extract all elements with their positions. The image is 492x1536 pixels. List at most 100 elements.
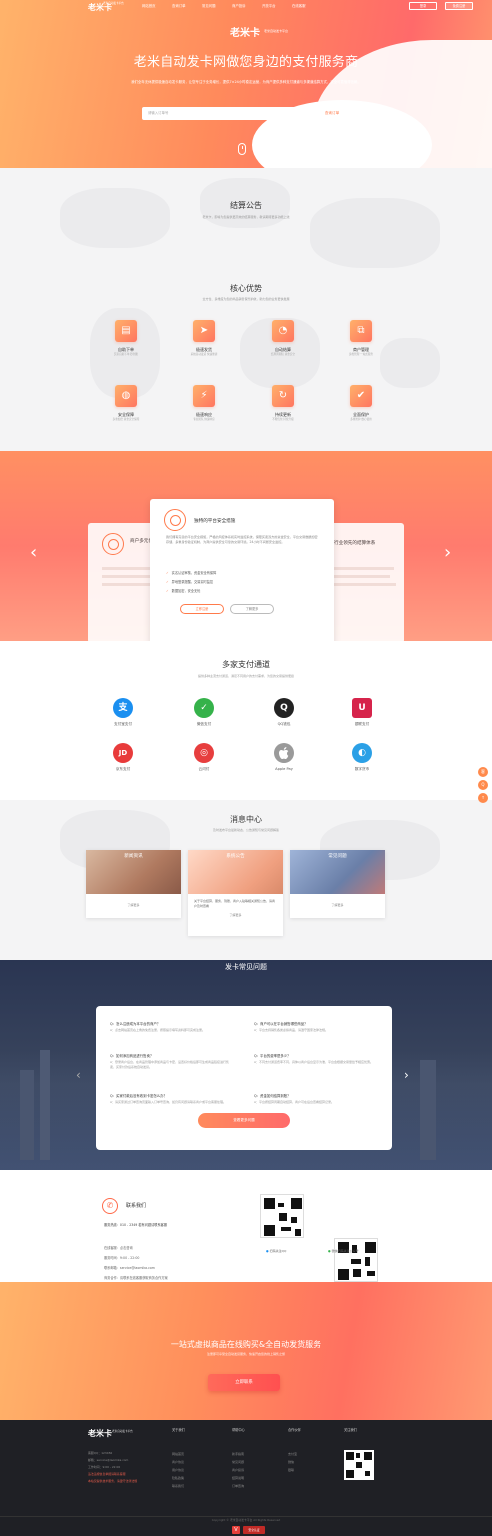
footer-link[interactable]: 商户协议 — [172, 1458, 185, 1466]
footer-column-title: 关注我们 — [344, 1428, 357, 1432]
footer-link[interactable]: 商户投诉 — [232, 1466, 245, 1474]
news-more-link[interactable]: 了解更多 — [188, 913, 283, 918]
payment-label: 云闪付 — [198, 767, 210, 771]
contact-line: 联系邮箱：service@laomika.com — [104, 1266, 155, 1270]
payment-qq: Q QQ钱包 — [252, 698, 316, 727]
advantage-desc: 多重加密 资金安全保障 — [112, 418, 140, 422]
news-more-link[interactable]: 了解更多 — [86, 903, 181, 908]
news-card-title: 常见问题 — [328, 854, 347, 859]
payment-label: 微信支付 — [196, 722, 212, 726]
chevron-left-icon[interactable]: ‹ — [76, 1068, 81, 1084]
wechat-qr-code — [334, 1238, 378, 1282]
order-search-input[interactable]: 请输入订单号 — [142, 107, 312, 120]
check-icon: ✓ — [166, 580, 169, 584]
faq-title: 发卡常见问题 — [225, 963, 267, 971]
contact-line: 在线客服：点击咨询 — [104, 1246, 133, 1250]
payment-applepay: Apple Pay — [252, 743, 316, 772]
news-card[interactable]: 系统公告 关于平台结算、服务、到账、商户入驻等相关通知公告，请商户及时查看 了解… — [188, 850, 283, 936]
footer-link[interactable]: 新手指南 — [232, 1450, 245, 1458]
footer-link[interactable]: 支付宝 — [288, 1450, 301, 1458]
footer-link[interactable]: 隐私政策 — [172, 1474, 185, 1482]
faq-card: Q：怎么注册成为本平台的商户？ A：点击网站首页右上角的免费注册，按照提示填写资料… — [96, 1006, 392, 1150]
nav-item-order-query[interactable]: 查询订单 — [172, 4, 186, 8]
qr-label: ● 微信扫码关注公众号 — [328, 1249, 359, 1253]
faq-item[interactable]: Q：资金如何结算到账？ A：平台按结算周期自动结算，商户可在后台查看结算记录。 — [254, 1094, 378, 1105]
jd-icon: JD — [113, 743, 133, 763]
cta-title: 一站式虚拟商品在线购买&全自动发货服务 — [170, 1340, 322, 1349]
footer-qr-code — [344, 1450, 374, 1480]
payment-cloudpay: ◎ 云闪付 — [172, 743, 236, 772]
qq-icon: Q — [274, 698, 294, 718]
scroll-mouse-icon[interactable] — [238, 143, 246, 155]
faq-item[interactable]: Q：商户可以在平台销售哪些商品？ A：平台支持销售各类虚拟商品，请遵守国家法律法规… — [254, 1022, 378, 1033]
qq-icon: ● — [266, 1249, 269, 1253]
footer-link[interactable]: 网站首页 — [172, 1450, 185, 1458]
nav-item-support[interactable]: 在线客服 — [292, 4, 306, 8]
faq-item[interactable]: Q：平台的费率是多少？ A：不同支付通道费率不同，具体以商户后台显示为准，平台会根… — [254, 1054, 378, 1065]
check-item: ✓ 异地登录提醒，交易实时监控 — [166, 580, 214, 584]
advantage-item: ▤ 自助下单 买家自助下单 秒到账 — [96, 320, 156, 364]
news-card[interactable]: 常见问题 了解更多 — [290, 850, 385, 918]
footer: 老米卡 老米自动发卡平台 客服QQ：123456 邮箱：service@laom… — [0, 1420, 492, 1536]
order-search-button[interactable]: 查询订单 — [316, 107, 348, 120]
customer-service-float-button[interactable]: 客 — [478, 767, 488, 777]
security-badge[interactable]: 安全认证 — [243, 1526, 265, 1534]
chevron-right-icon[interactable]: › — [404, 1068, 409, 1084]
shield-check-icon: ✔ — [350, 385, 372, 407]
advantages-subtitle: 全方位、多维度为您的商品销售保驾护航，助力您的业务更快发展 — [202, 297, 290, 301]
target-icon — [102, 533, 124, 555]
footer-column: 关于我们 网站首页 商户协议 用户协议 隐私政策 联系我们 — [172, 1428, 185, 1490]
advantage-item: ◔ 自动结算 结算周期短 资金安全 — [253, 320, 313, 364]
footer-link[interactable]: 常见问题 — [232, 1458, 245, 1466]
register-now-button[interactable]: 立即注册 — [180, 604, 224, 614]
advantage-item: ◍ 安全保障 多重加密 资金安全保障 — [96, 385, 156, 429]
payments-subtitle: 提供多种主流支付通道，满足不同用户的支付需求，为您的交易提供便捷 — [197, 674, 294, 678]
feature-carousel: 商户多元化服务 行业领先的结算体系 独特的平台安全措施 我们拥有完善的平台安全措… — [0, 451, 492, 641]
footer-info: 本站仅提供技术服务，请遵守法律法规 — [88, 1479, 138, 1483]
news-card[interactable]: 新闻资讯 了解更多 — [86, 850, 181, 918]
register-button[interactable]: 免费注册 — [445, 2, 473, 10]
footer-info: 邮箱：service@laomika.com — [88, 1458, 129, 1462]
advantage-title: 全面保护 — [353, 412, 369, 417]
advantage-desc: 买家自助下单 秒到账 — [113, 353, 139, 357]
nav-item-home[interactable]: 网站首页 — [142, 4, 156, 8]
footer-link[interactable]: 联系我们 — [172, 1482, 185, 1490]
lightning-icon: ⚡ — [193, 385, 215, 407]
contact-hotline: 服务热线：010 - 2349 若有问题请联系客服 — [104, 1223, 168, 1227]
chevron-left-icon[interactable]: ‹ — [30, 541, 37, 564]
faq-item[interactable]: Q：买家付款后没有收到卡密怎么办？ A：请买家通过订单查询页面输入订单号查询，如仍… — [110, 1094, 234, 1105]
login-button[interactable]: 登录 — [409, 2, 437, 10]
nav-item-faq[interactable]: 常见问题 — [202, 4, 216, 8]
footer-link[interactable]: 结算说明 — [232, 1474, 245, 1482]
nav-item-complaint[interactable]: 商户投诉 — [232, 4, 246, 8]
news-more-link[interactable]: 了解更多 — [290, 903, 385, 908]
footer-link[interactable]: 微信 — [288, 1458, 301, 1466]
qq-float-button[interactable]: Q — [478, 780, 488, 790]
check-item: ✓ 数据加密，安全无忧 — [166, 589, 201, 593]
back-to-top-button[interactable]: ↑ — [478, 793, 488, 803]
alipay-icon: 支 — [113, 698, 133, 718]
footer-link[interactable]: 用户协议 — [172, 1466, 185, 1474]
chevron-right-icon[interactable]: › — [444, 541, 451, 564]
faq-item[interactable]: Q：如何添加商品进行售卖？ A：登录商户后台，在商品管理中添加商品与卡密，设置好价… — [110, 1054, 234, 1069]
payment-label: 数字货币 — [354, 767, 370, 771]
nav-logo-subtitle: 老米自动发卡平台 — [103, 2, 124, 5]
advantage-title: 自助下单 — [118, 347, 134, 352]
footer-link[interactable]: 银联 — [288, 1466, 301, 1474]
advantage-title: 商户管理 — [353, 347, 369, 352]
footer-logo: 老米卡 — [88, 1428, 112, 1438]
footer-link[interactable]: 订单查询 — [232, 1482, 245, 1490]
news-image: 常见问题 — [290, 850, 385, 894]
contact-now-button[interactable]: 立即联系 — [208, 1374, 280, 1391]
carousel-active-card[interactable]: 独特的平台安全措施 我们拥有完善的平台安全措施，严格的风控体系和实时监控系统，保… — [150, 499, 334, 641]
learn-more-button[interactable]: 了解更多 — [230, 604, 274, 614]
footer-column: 关注我们 — [344, 1428, 357, 1432]
nav-item-open-platform[interactable]: 开放平台 — [262, 4, 276, 8]
faq-item[interactable]: Q：怎么注册成为本平台的商户？ A：点击网站首页右上角的免费注册，按照提示填写资料… — [110, 1022, 234, 1033]
footer-column-title: 关于我们 — [172, 1428, 185, 1432]
wechat-icon: ● — [328, 1249, 331, 1253]
qr-label: ● 扫码关注QQ — [266, 1249, 287, 1253]
advantage-item: ⚡ 极速响应 专业团队 快速响应 — [174, 385, 234, 429]
more-faq-button[interactable]: 查看更多问题 — [198, 1113, 290, 1128]
refresh-icon: ↻ — [272, 385, 294, 407]
